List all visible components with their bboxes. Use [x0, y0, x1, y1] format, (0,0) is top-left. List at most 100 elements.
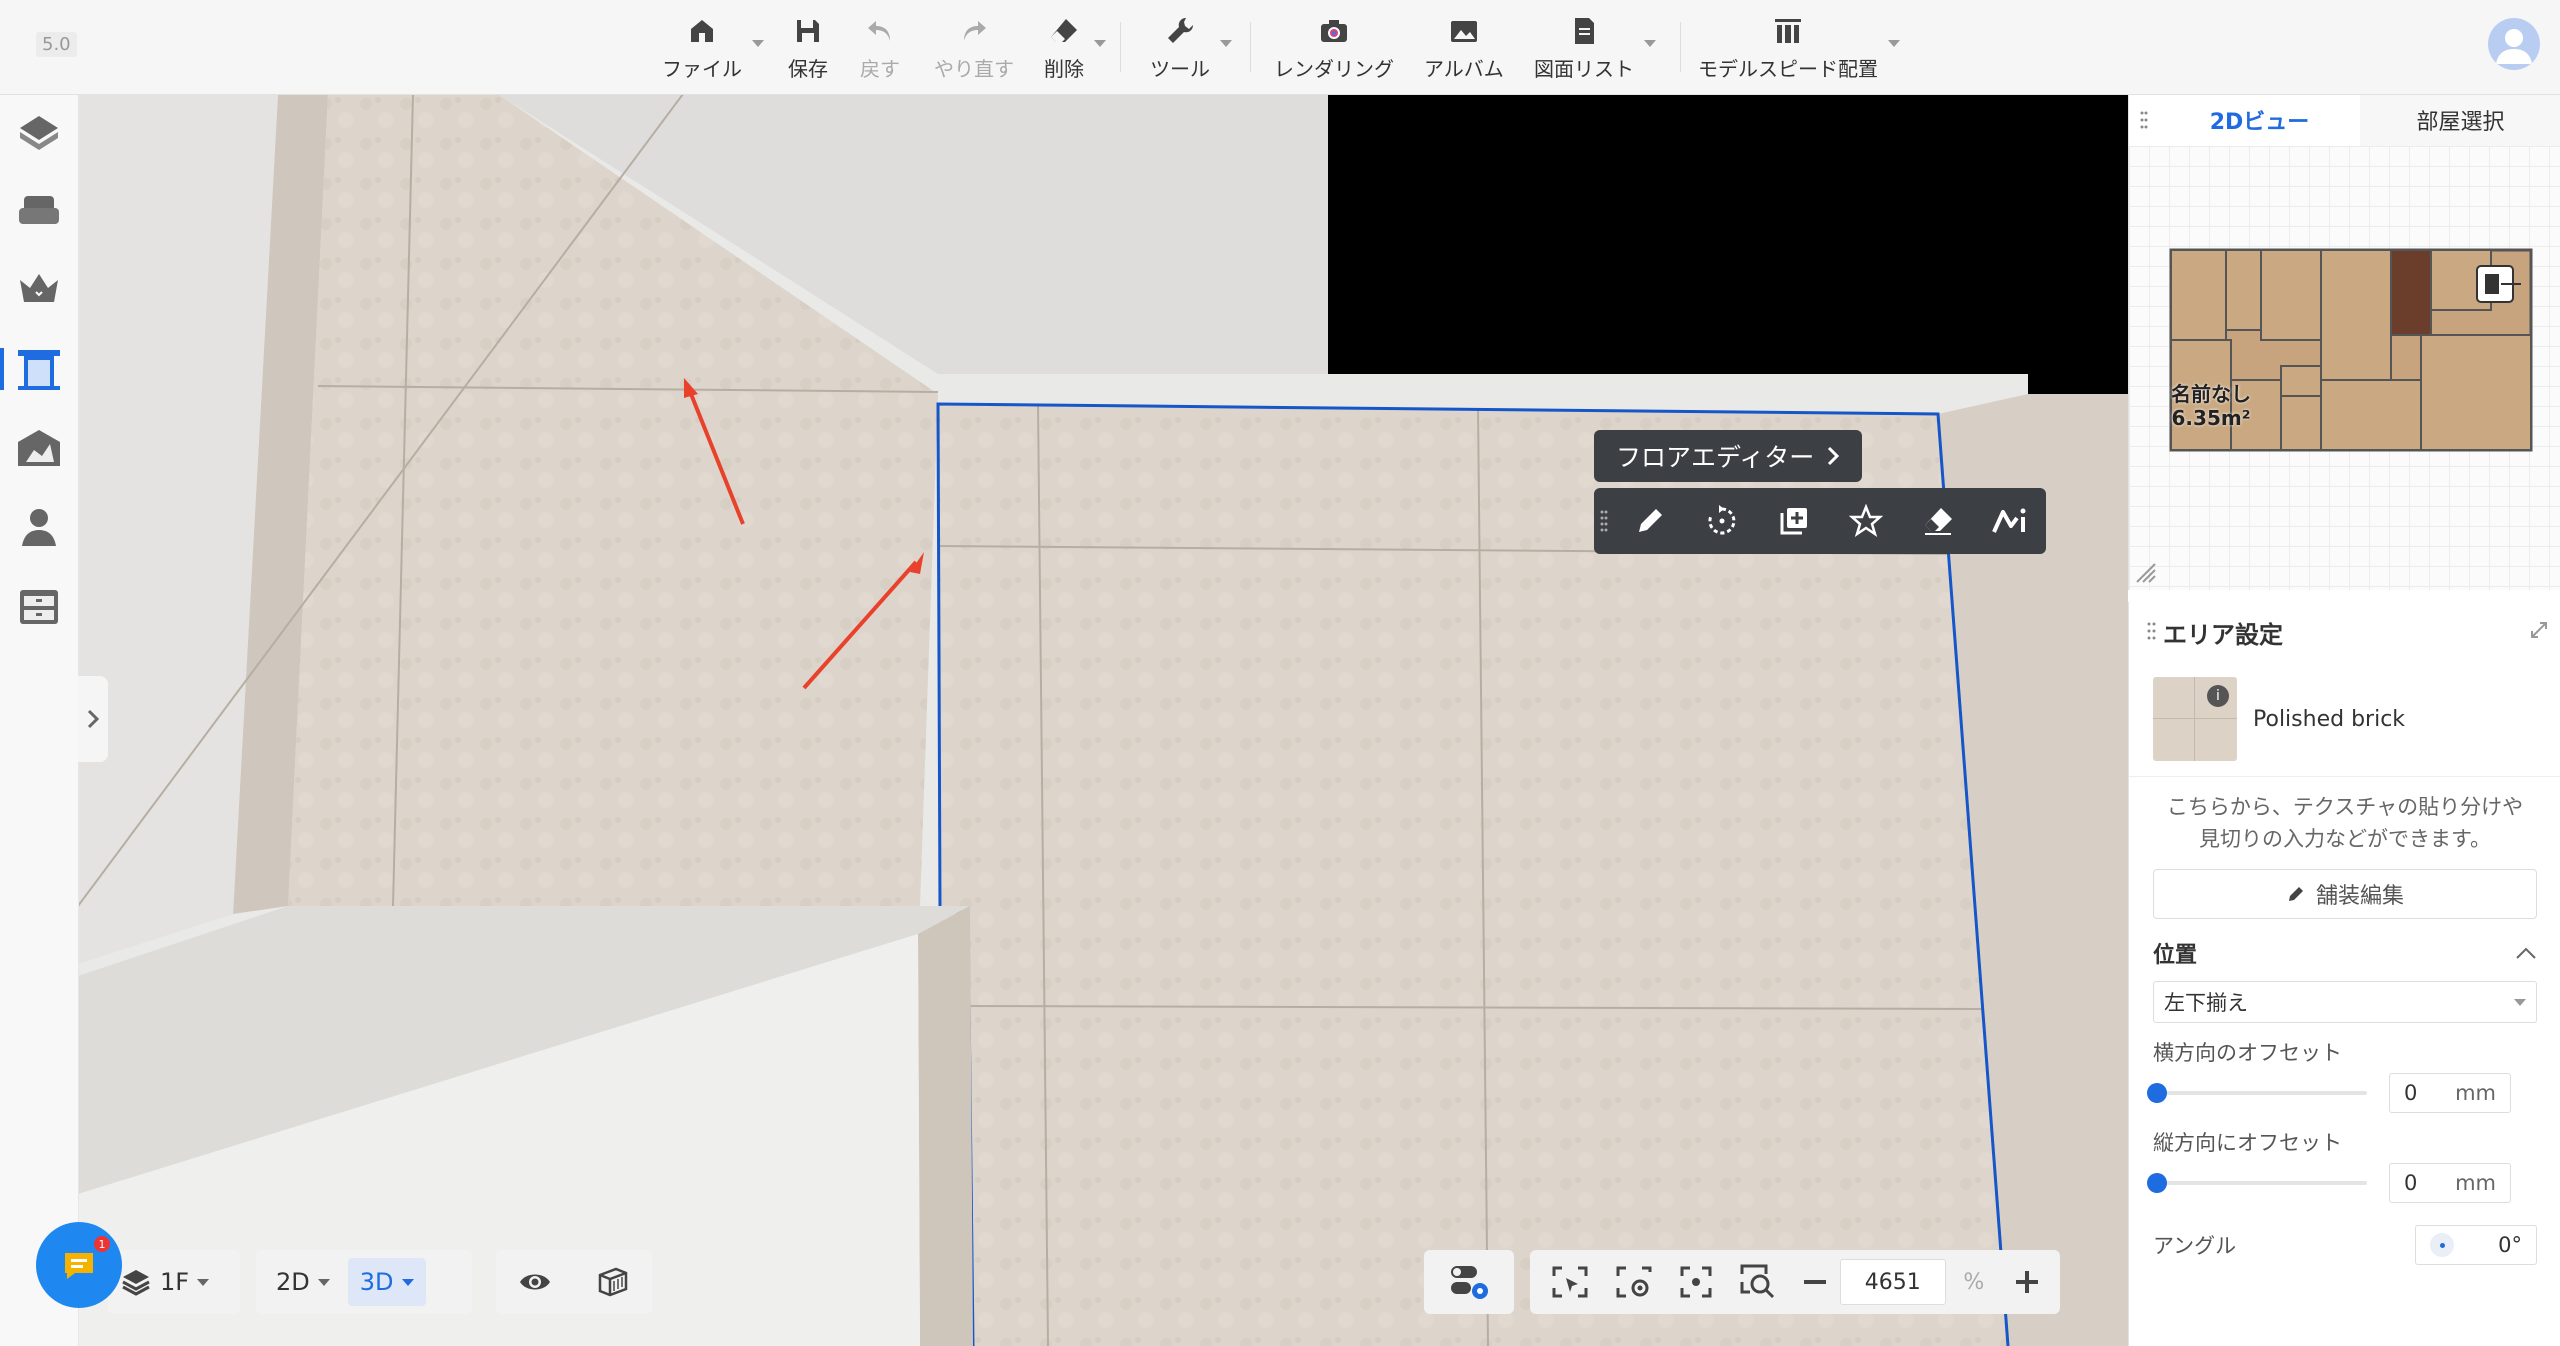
minimap-tabs: 2Dビュー 部屋選択	[2129, 94, 2560, 147]
drag-handle-icon[interactable]	[1594, 509, 1614, 533]
visibility-button[interactable]	[506, 1250, 564, 1314]
select-region-button[interactable]	[1538, 1250, 1602, 1314]
drag-handle-icon[interactable]	[2129, 94, 2159, 146]
material-name: Polished brick	[2253, 706, 2406, 732]
eraser-icon	[1051, 19, 1077, 42]
chat-support-button[interactable]: 1	[36, 1222, 122, 1308]
sidebar-item-people[interactable]	[14, 502, 64, 552]
v-offset-input[interactable]: 0 mm	[2389, 1163, 2511, 1203]
save-icon	[797, 20, 819, 42]
zoom-value-input[interactable]: 4651	[1840, 1259, 1946, 1305]
3d-scene[interactable]	[78, 94, 2128, 1346]
sidebar-item-decor[interactable]	[14, 264, 64, 314]
position-section-header[interactable]: 位置	[2129, 919, 2560, 969]
chevron-down-icon	[1644, 40, 1656, 47]
file-menu-button[interactable]: ファイル	[662, 10, 764, 82]
position-title: 位置	[2153, 943, 2198, 968]
tab-room-select[interactable]: 部屋選択	[2360, 94, 2560, 146]
undo-button[interactable]: 戻す	[860, 10, 900, 82]
zoom-region-button[interactable]	[1726, 1250, 1790, 1314]
sidebar-item-cabinets[interactable]	[14, 582, 64, 632]
undo-label: 戻す	[860, 57, 900, 81]
drag-handle-icon[interactable]	[2147, 621, 2157, 643]
floor-erase-button[interactable]	[1902, 488, 1974, 554]
area-settings-header: エリア設定	[2129, 602, 2560, 662]
slider-knob[interactable]	[2147, 1173, 2167, 1193]
zoom-unit: %	[1963, 1269, 1985, 1295]
album-icon	[1450, 21, 1477, 42]
fit-view-button[interactable]	[1666, 1250, 1726, 1314]
h-offset-input[interactable]: 0 mm	[2389, 1073, 2511, 1113]
chevron-down-icon	[2514, 998, 2526, 1006]
minimap-panel: 2Dビュー 部屋選択 名前なし 6.35m²	[2128, 94, 2560, 590]
area-settings-panel: エリア設定 i Polished brick こちらから、テクスチャの貼り分けや…	[2128, 602, 2560, 1346]
floorplan-minimap[interactable]: 名前なし 6.35m²	[2129, 146, 2560, 590]
redo-button[interactable]: やり直す	[934, 10, 1014, 82]
pave-edit-button[interactable]: 舗装編集	[2153, 869, 2537, 919]
cube-icon	[20, 116, 58, 150]
save-label: 保存	[788, 57, 828, 81]
area-description: こちらから、テクスチャの貼り分けや 見切りの入力などができます。	[2129, 777, 2560, 863]
resize-handle-icon[interactable]	[2135, 562, 2157, 584]
box-view-button[interactable]	[584, 1250, 642, 1314]
view-2d-button[interactable]: 2D	[264, 1250, 342, 1314]
display-settings-button[interactable]	[1435, 1250, 1503, 1314]
door-icon	[18, 350, 60, 390]
delete-menu-button[interactable]: 削除	[1044, 10, 1106, 82]
document-icon	[1575, 18, 1594, 44]
top-toolbar: 5.0 ファイル 保存 戻す やり直す 削除 ツール レンダリング アルバム 図…	[0, 0, 2560, 95]
sidebar-item-doors-windows[interactable]	[0, 344, 64, 394]
sidebar-item-structure[interactable]	[14, 108, 64, 158]
zoom-out-button[interactable]	[1790, 1250, 1840, 1314]
plus-icon	[2016, 1271, 2038, 1293]
rendering-button[interactable]: レンダリング	[1274, 10, 1394, 82]
sidebar-item-walls[interactable]	[14, 424, 64, 474]
h-offset-slider[interactable]	[2147, 1083, 2367, 1103]
box-icon	[598, 1267, 628, 1297]
floor-draw-button[interactable]	[1614, 488, 1686, 554]
3d-viewport[interactable]	[78, 94, 2128, 1346]
save-button[interactable]: 保存	[788, 10, 828, 82]
floor-ai-button[interactable]	[1974, 488, 2046, 554]
redo-label: やり直す	[934, 57, 1014, 81]
floor-rotate-button[interactable]	[1686, 488, 1758, 554]
material-thumbnail[interactable]: i	[2153, 677, 2237, 761]
floor-selector[interactable]: 1F	[108, 1250, 240, 1314]
angle-dial-icon[interactable]	[2430, 1233, 2454, 1257]
slider-knob[interactable]	[2147, 1083, 2167, 1103]
model-speed-button[interactable]: モデルスピード配置	[1698, 10, 1900, 82]
floor-add-copy-button[interactable]	[1758, 488, 1830, 554]
album-button[interactable]: アルバム	[1424, 10, 1504, 82]
user-avatar[interactable]	[2488, 18, 2540, 70]
alignment-select[interactable]: 左下揃え	[2153, 981, 2537, 1023]
description-line: 見切りの入力などができます。	[2199, 827, 2491, 851]
sidebar-expand-toggle[interactable]	[78, 676, 108, 762]
cabinet-icon	[20, 590, 58, 624]
toolbar-divider	[1250, 22, 1251, 72]
alignment-value: 左下揃え	[2164, 991, 2248, 1015]
tab-2d-view[interactable]: 2Dビュー	[2159, 94, 2360, 146]
toolbar-divider	[1680, 22, 1681, 72]
user-icon	[2496, 29, 2532, 64]
view-settings-button[interactable]	[1602, 1250, 1666, 1314]
material-row[interactable]: i Polished brick	[2129, 662, 2560, 777]
toolbar-divider	[1120, 22, 1121, 72]
view-3d-label: 3D	[359, 1268, 394, 1296]
view-3d-button[interactable]: 3D	[347, 1258, 426, 1306]
floor-editor-button[interactable]: フロアエディター	[1594, 430, 1863, 482]
chevron-down-icon	[317, 1278, 330, 1286]
dark-opening	[1328, 94, 2128, 394]
version-label: 5.0	[36, 32, 77, 57]
zoom-in-button[interactable]	[2002, 1250, 2052, 1314]
room-area: 6.35m²	[2171, 406, 2251, 430]
info-icon[interactable]: i	[2207, 685, 2229, 707]
sidebar-item-furniture[interactable]	[14, 186, 64, 236]
tools-label: ツール	[1150, 57, 1210, 81]
expand-icon[interactable]	[2529, 620, 2549, 640]
angle-input[interactable]: 0°	[2415, 1225, 2537, 1265]
drawing-list-button[interactable]: 図面リスト	[1534, 10, 1656, 82]
tools-menu-button[interactable]: ツール	[1150, 10, 1232, 82]
v-offset-slider[interactable]	[2147, 1173, 2367, 1193]
floor-favorite-button[interactable]	[1830, 488, 1902, 554]
floor-selector-button[interactable]: 1F	[108, 1250, 221, 1314]
